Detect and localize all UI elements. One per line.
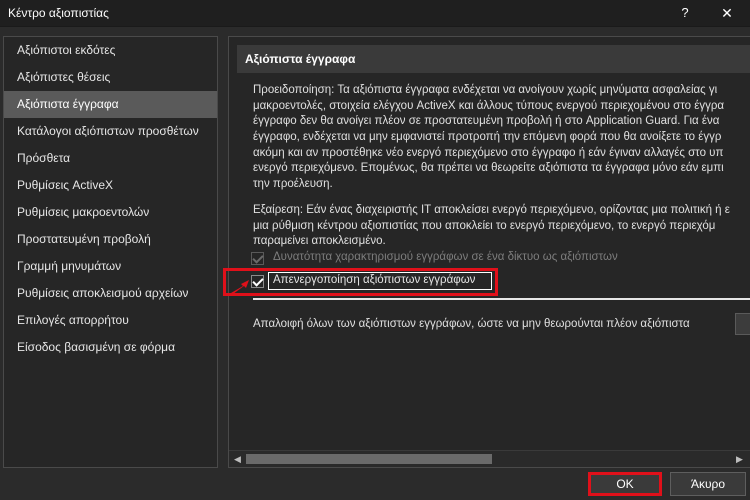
sidebar-item-message-bar[interactable]: Γραμμή μηνυμάτων: [4, 253, 217, 280]
exception-text: Εξαίρεση: Εάν ένας διαχειριστής IT αποκλ…: [253, 203, 750, 250]
sidebar-item-trusted-publishers[interactable]: Αξιόπιστοι εκδότες: [4, 37, 217, 64]
sidebar-item-trusted-addin-catalogs[interactable]: Κατάλογοι αξιόπιστων προσθέτων: [4, 118, 217, 145]
warning-line: Προειδοποίηση: Τα αξιόπιστα έγγραφα ενδέ…: [253, 84, 718, 96]
highlight-box: [223, 268, 498, 296]
warning-text: Προειδοποίηση: Τα αξιόπιστα έγγραφα ενδέ…: [253, 83, 750, 193]
sidebar-item-file-block-settings[interactable]: Ρυθμίσεις αποκλεισμού αρχείων: [4, 280, 217, 307]
network-documents-checkbox: [251, 252, 264, 265]
settings-panel: Αξιόπιστα έγγραφα Προειδοποίηση: Τα αξιό…: [228, 36, 750, 468]
close-icon: ✕: [721, 5, 733, 21]
scrollbar-thumb[interactable]: [246, 454, 492, 464]
warning-line: έγγραφο, ενδέχεται να μην εμφανιστεί προ…: [253, 131, 722, 144]
warning-line: ακόμη και αν προστέθηκε νέο ενεργό περιε…: [253, 146, 724, 159]
sidebar-item-trusted-documents[interactable]: Αξιόπιστα έγγραφα: [4, 91, 217, 118]
title-bar: Κέντρο αξιοπιστίας ? ✕: [0, 0, 750, 27]
help-button[interactable]: ?: [666, 0, 704, 27]
window-title: Κέντρο αξιοπιστίας: [8, 6, 109, 20]
sidebar-item-trusted-locations[interactable]: Αξιόπιστες θέσεις: [4, 64, 217, 91]
warning-line: μακροεντολές, στοιχεία ελέγχου ActiveX κ…: [253, 99, 725, 112]
network-documents-label: Δυνατότητα χαρακτηρισμού εγγράφων σε ένα…: [273, 251, 618, 263]
close-button[interactable]: ✕: [708, 0, 746, 27]
cancel-button[interactable]: Άκυρο: [670, 472, 746, 496]
sidebar-item-addins[interactable]: Πρόσθετα: [4, 145, 217, 172]
exception-line: παραμείνει αποκλεισμένο.: [253, 235, 386, 248]
scroll-left-icon[interactable]: ◀: [229, 451, 246, 467]
clear-trusted-documents-button[interactable]: [735, 313, 750, 335]
sidebar-item-protected-view[interactable]: Προστατευμένη προβολή: [4, 226, 217, 253]
sidebar: Αξιόπιστοι εκδότες Αξιόπιστες θέσεις Αξι…: [3, 36, 218, 468]
exception-line: Εξαίρεση: Εάν ένας διαχειριστής IT αποκλ…: [253, 204, 730, 216]
exception-line: μια ρύθμιση κέντρου αξιοπιστίας που αποκ…: [253, 219, 716, 232]
pointer-arrow-icon: [231, 280, 249, 294]
sidebar-item-macro-settings[interactable]: Ρυθμίσεις μακροεντολών: [4, 199, 217, 226]
warning-line: έγγραφο δεν θα ανοίγει πλέον σε προστατε…: [253, 115, 720, 128]
section-title: Αξιόπιστα έγγραφα: [237, 45, 750, 73]
horizontal-scrollbar[interactable]: ◀ ▶: [229, 450, 750, 467]
scroll-right-icon[interactable]: ▶: [731, 451, 748, 467]
divider: [253, 298, 750, 300]
sidebar-item-privacy-options[interactable]: Επιλογές απορρήτου: [4, 307, 217, 334]
warning-line: την προέλευση.: [253, 178, 333, 191]
ok-button[interactable]: OK: [588, 472, 662, 496]
warning-line: ενεργό περιεχόμενο. Επομένως, θα πρέπει …: [253, 162, 724, 175]
sidebar-item-activex-settings[interactable]: Ρυθμίσεις ActiveX: [4, 172, 217, 199]
sidebar-item-form-based-signin[interactable]: Είσοδος βασισμένη σε φόρμα: [4, 334, 217, 361]
clear-trusted-documents-text: Απαλοιφή όλων των αξιόπιστων εγγράφων, ώ…: [253, 318, 690, 330]
